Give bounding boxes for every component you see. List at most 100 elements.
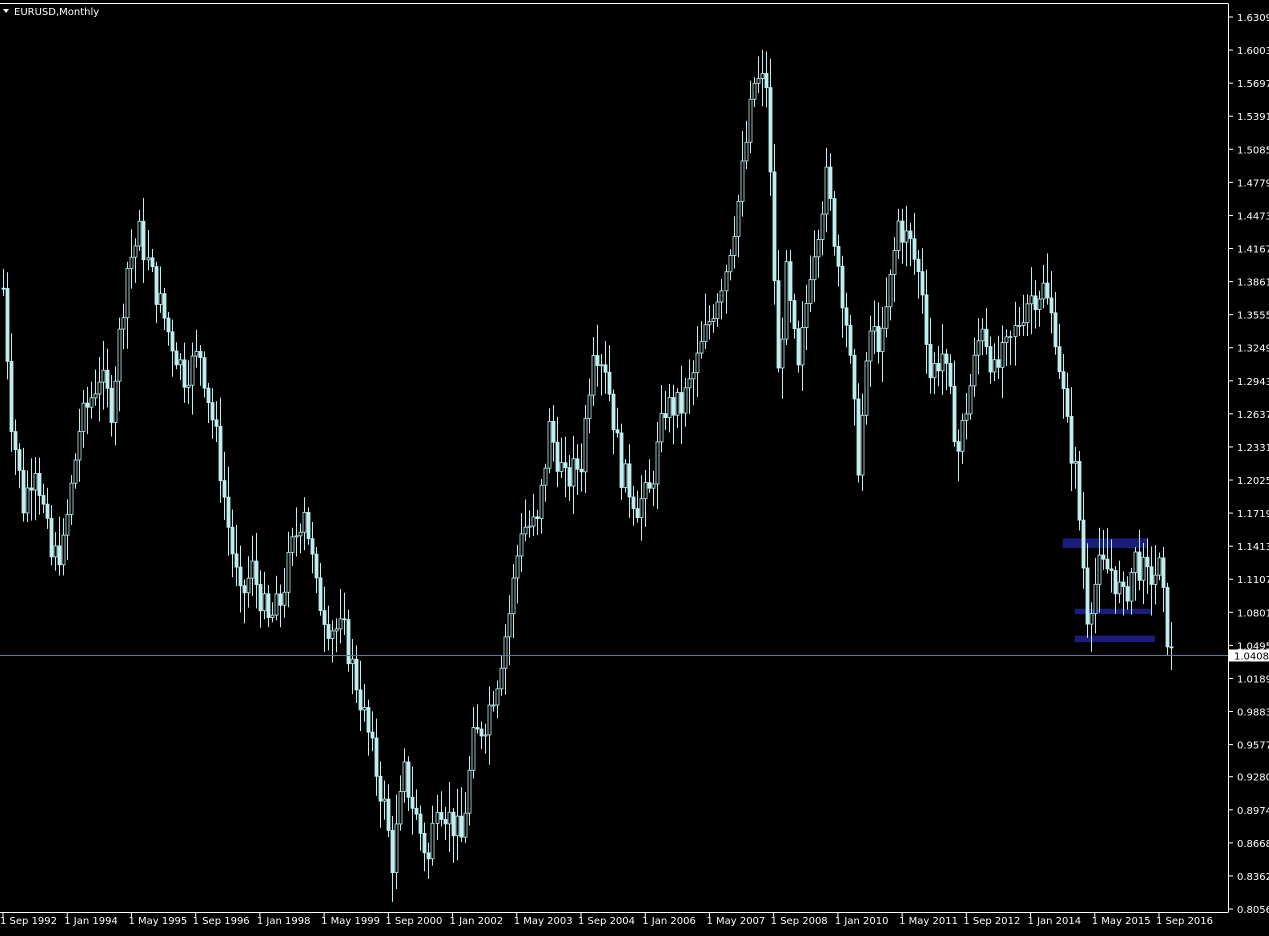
candle-body <box>765 73 768 87</box>
time-tick-label: 1 Jan 2006 <box>642 916 696 927</box>
annotation-rectangle[interactable] <box>1075 636 1155 642</box>
candle-body <box>191 356 194 385</box>
annotation-rectangle[interactable] <box>1063 538 1147 548</box>
time-tick-label: 1 Sep 2008 <box>771 916 828 927</box>
chart-window[interactable]: 1.04083 1.630901.600301.569701.539101.50… <box>0 0 1269 932</box>
candle-body <box>837 246 840 266</box>
price-tick-label: 1.23310 <box>1237 443 1269 454</box>
candle-body <box>692 373 695 379</box>
candle-body <box>74 460 77 483</box>
candle-body <box>1162 558 1165 588</box>
candle-body <box>540 485 543 518</box>
candle-body <box>203 358 206 389</box>
candle-body <box>343 619 346 620</box>
candle-body <box>568 468 571 486</box>
candle-body <box>1166 587 1169 646</box>
candle-body <box>263 594 266 611</box>
candle-body <box>142 221 145 259</box>
candle-body <box>965 414 968 420</box>
candle-body <box>576 459 579 470</box>
candle-body <box>564 463 567 468</box>
candle-body <box>845 308 848 325</box>
candle-body <box>929 344 932 377</box>
time-tick-label: 1 May 2007 <box>706 916 765 927</box>
candle-body <box>644 483 647 499</box>
candle-body <box>175 351 178 365</box>
candle-body <box>1066 389 1069 417</box>
candle-body <box>921 272 924 295</box>
candle-body <box>18 450 21 471</box>
candle-body <box>159 294 162 305</box>
time-tick-label: 1 Jan 1994 <box>64 916 118 927</box>
candle-body <box>484 735 487 736</box>
candle-body <box>147 258 150 260</box>
candle-body <box>383 799 386 801</box>
candle-body <box>347 620 350 664</box>
candle-body <box>793 301 796 329</box>
candle-body <box>448 812 451 824</box>
candle-body <box>500 668 503 689</box>
candle-body <box>1158 558 1161 575</box>
time-tick-label: 1 May 2015 <box>1092 916 1151 927</box>
candle-body <box>187 385 190 387</box>
candle-body <box>395 824 398 873</box>
candle-body <box>769 88 772 172</box>
candle-body <box>825 167 828 214</box>
candle-body <box>223 481 226 498</box>
candle-body <box>10 361 13 431</box>
candle-body <box>1090 614 1093 624</box>
time-tick-label: 1 May 1995 <box>128 916 187 927</box>
candle-body <box>295 536 298 537</box>
candle-body <box>945 354 948 363</box>
candle-body <box>110 388 113 422</box>
candle-body <box>319 578 322 611</box>
price-tick-label: 1.32490 <box>1237 344 1269 355</box>
candle-body <box>761 73 764 78</box>
price-tick-label: 1.26370 <box>1237 410 1269 421</box>
candle-body <box>893 250 896 274</box>
candle-body <box>283 592 286 605</box>
candle-body <box>126 268 129 317</box>
candle-body <box>608 372 611 394</box>
candle-body <box>821 214 824 239</box>
candle-body <box>632 497 635 509</box>
candle-body <box>596 355 599 365</box>
candle-body <box>219 426 222 480</box>
candle-body <box>2 288 5 289</box>
candle-body <box>688 379 691 388</box>
candle-body <box>235 554 238 567</box>
candle-body <box>14 432 17 450</box>
candle-body <box>195 351 198 356</box>
price-tick-label: 0.98830 <box>1237 708 1269 719</box>
candle-body <box>805 304 808 328</box>
candle-body <box>464 813 467 837</box>
candle-body <box>913 239 916 259</box>
candle-body <box>716 302 719 319</box>
price-tick-label: 1.01890 <box>1237 674 1269 685</box>
candle-body <box>66 515 69 536</box>
candle-body <box>38 473 41 495</box>
candle-body <box>311 539 314 554</box>
candle-body <box>102 370 105 382</box>
candle-body <box>1154 575 1157 584</box>
candle-body <box>243 586 246 593</box>
candle-body <box>207 388 210 402</box>
candle-body <box>1130 572 1133 601</box>
price-chart[interactable]: 1.04083 1.630901.600301.569701.539101.50… <box>0 0 1269 932</box>
candle-body <box>957 442 960 452</box>
candle-body <box>668 397 671 417</box>
candle-body <box>672 397 675 415</box>
candle-body <box>973 355 976 386</box>
candle-body <box>981 329 984 341</box>
candle-body <box>993 360 996 372</box>
candle-body <box>211 403 214 420</box>
candle-body <box>415 808 418 814</box>
candle-body <box>387 799 390 830</box>
candle-body <box>6 288 9 361</box>
candle-body <box>684 388 687 413</box>
candle-body <box>54 546 57 557</box>
candle-body <box>163 294 166 318</box>
candle-body <box>359 690 362 710</box>
candle-body <box>941 354 944 371</box>
candle-body <box>279 594 282 605</box>
